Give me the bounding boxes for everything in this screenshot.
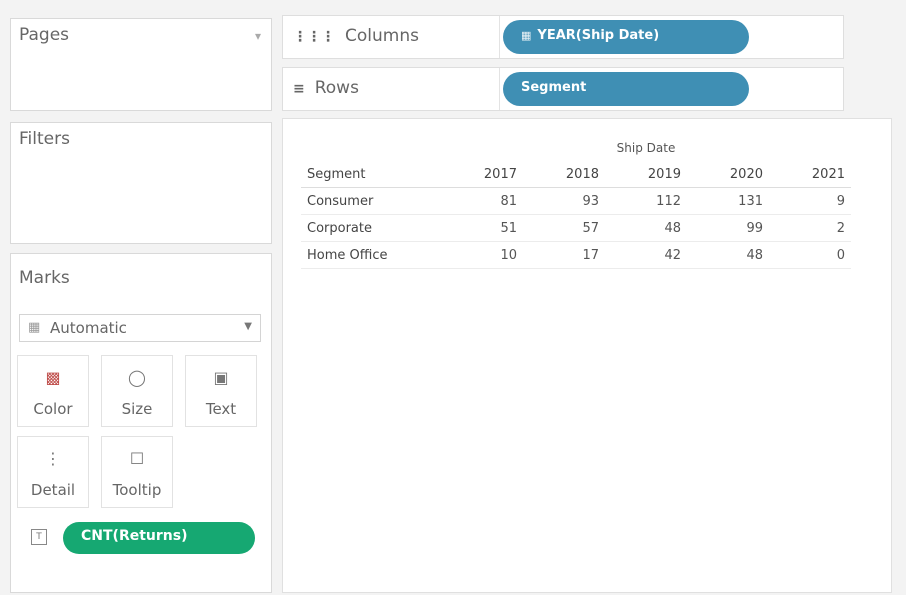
value-cell: 51 [441,214,523,242]
text-button[interactable]: ▣ Text [185,355,257,427]
value-cell: 57 [523,214,605,242]
mark-type-value: Automatic [50,319,127,337]
view-area: Ship Date Segment 2017 2018 2019 2020 20… [282,118,892,593]
segment-cell: Home Office [301,241,441,269]
value-cell: 99 [687,214,769,242]
text-mark-icon: T [31,529,47,545]
chevron-down-icon[interactable]: ▾ [255,29,261,43]
value-cell: 9 [769,187,851,215]
size-icon: ◯ [128,368,146,387]
rows-label: ≡ Rows [293,78,359,98]
columns-shelf[interactable]: ⋮⋮⋮ Columns ▦ YEAR(Ship Date) [282,15,844,59]
crosstab-table: Ship Date Segment 2017 2018 2019 2020 20… [301,135,851,269]
pages-card: Pages ▾ [10,18,272,111]
tooltip-label: Tooltip [112,481,162,499]
value-cell: 0 [769,241,851,269]
year-header: 2020 [687,161,769,188]
automatic-icon: ▦ [28,320,41,335]
year-header: 2017 [441,161,523,188]
size-label: Size [121,400,153,418]
dropdown-arrow-icon[interactable]: ▼ [244,321,252,332]
date-field-icon: ▦ [521,29,532,42]
detail-icon: ⋮ [45,449,61,468]
value-cell: 42 [605,241,687,269]
year-header: 2021 [769,161,851,188]
mark-type-select[interactable]: ▦ Automatic ▼ [19,314,261,342]
text-label: Text [205,400,237,418]
marks-card: Marks ▦ Automatic ▼ ▩ Color ◯ Size ▣ Tex… [10,253,272,593]
cnt-returns-pill[interactable]: CNT(Returns) [63,522,255,554]
value-cell: 17 [523,241,605,269]
segment-cell: Consumer [301,187,441,215]
color-icon: ▩ [45,368,61,387]
value-cell: 93 [523,187,605,215]
filters-title: Filters [19,129,70,149]
filters-card[interactable]: Filters [10,122,272,244]
table-row: Corporate 51 57 48 99 2 [301,214,851,242]
segment-header: Segment [301,161,441,188]
columns-icon: ⋮⋮⋮ [293,29,335,45]
year-ship-date-pill-text: YEAR(Ship Date) [537,28,660,43]
ship-date-header: Ship Date [616,141,676,155]
color-button[interactable]: ▩ Color [17,355,89,427]
value-cell: 131 [687,187,769,215]
segment-cell: Corporate [301,214,441,242]
detail-button[interactable]: ⋮ Detail [17,436,89,508]
value-cell: 81 [441,187,523,215]
size-button[interactable]: ◯ Size [101,355,173,427]
segment-pill[interactable]: Segment [503,72,749,106]
corner-blank [301,135,441,161]
text-icon: ▣ [213,368,229,387]
columns-label: ⋮⋮⋮ Columns [293,26,419,46]
value-cell: 2 [769,214,851,242]
shelf-divider [499,68,500,110]
tooltip-icon: ☐ [129,449,145,468]
year-header: 2019 [605,161,687,188]
table-row: Home Office 10 17 42 48 0 [301,241,851,269]
rows-icon: ≡ [293,81,305,97]
table-row: Consumer 81 93 112 131 9 [301,187,851,215]
shelf-divider [499,16,500,58]
value-cell: 112 [605,187,687,215]
value-cell: 48 [605,214,687,242]
rows-shelf[interactable]: ≡ Rows Segment [282,67,844,111]
year-header: 2018 [523,161,605,188]
rows-label-text: Rows [314,78,359,98]
tooltip-button[interactable]: ☐ Tooltip [101,436,173,508]
marks-title: Marks [19,268,70,288]
year-ship-date-pill[interactable]: ▦ YEAR(Ship Date) [503,20,749,54]
value-cell: 10 [441,241,523,269]
pages-title: Pages [19,25,70,45]
columns-label-text: Columns [345,26,419,46]
detail-label: Detail [30,481,76,499]
value-cell: 48 [687,241,769,269]
color-label: Color [33,400,73,418]
